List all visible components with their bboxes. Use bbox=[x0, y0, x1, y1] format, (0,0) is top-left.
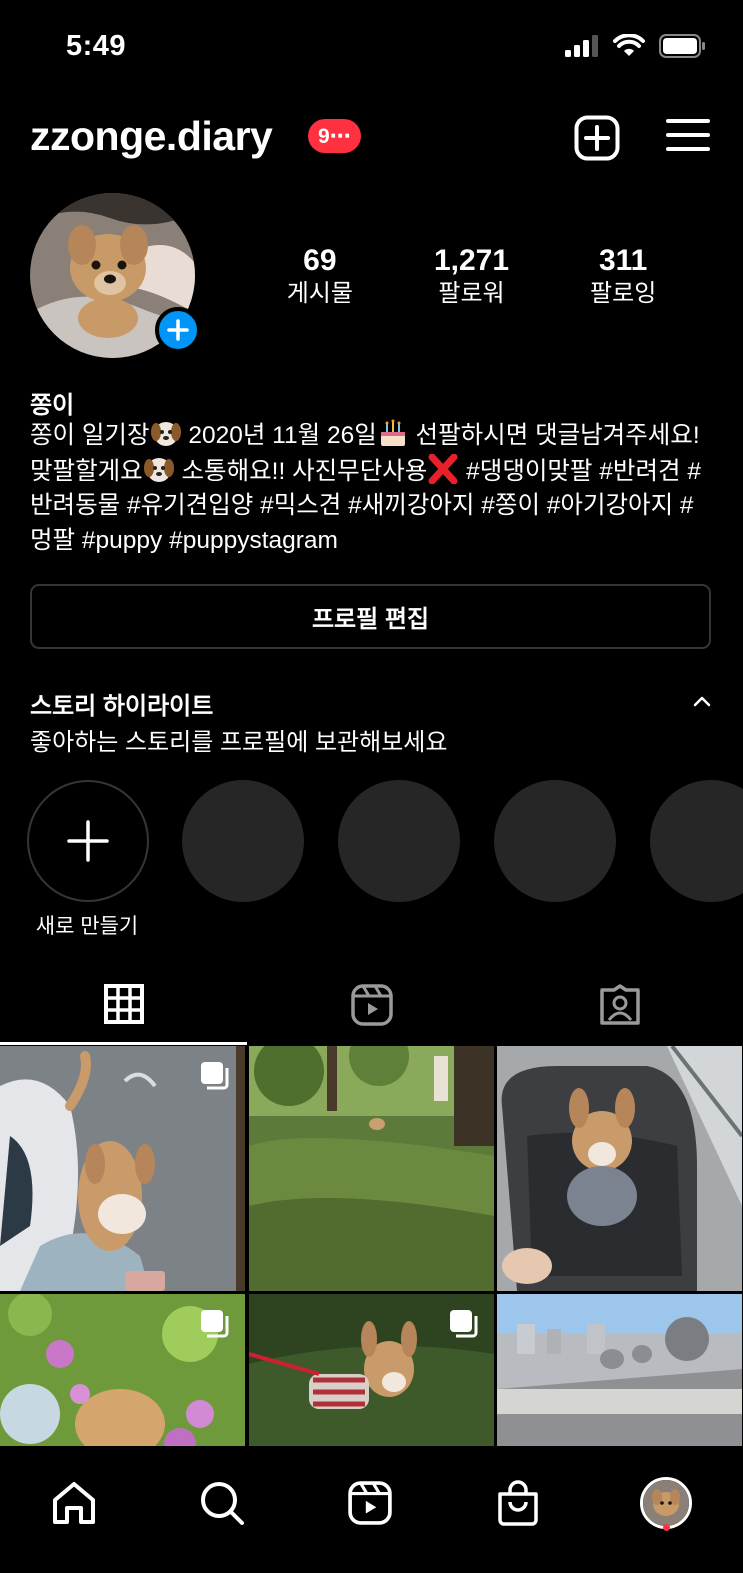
dog-face-emoji-icon bbox=[143, 457, 174, 482]
profile-header: zzonge.diary 9⋯ bbox=[0, 105, 743, 175]
bio-text: 2020년 11월 26일 bbox=[181, 422, 377, 449]
stat-value: 1,271 bbox=[433, 244, 510, 277]
edit-profile-button[interactable]: 프로필 편집 bbox=[30, 584, 711, 649]
bottom-nav bbox=[0, 1446, 743, 1573]
stat-value: 311 bbox=[598, 244, 648, 277]
stat-label: 팔로잉 bbox=[590, 280, 657, 307]
bio-text: 쫑이 일기장 bbox=[30, 422, 150, 449]
chevron-up-icon bbox=[693, 696, 711, 707]
multi-photo-icon bbox=[201, 1310, 229, 1338]
reels-icon bbox=[350, 984, 393, 1026]
status-icons bbox=[565, 34, 707, 58]
highlight-placeholder bbox=[182, 780, 304, 902]
shop-icon bbox=[498, 1480, 538, 1526]
nav-reels-button[interactable] bbox=[335, 1468, 405, 1538]
grid-icon bbox=[103, 983, 144, 1024]
stat-followers[interactable]: 1,271 팔로워 bbox=[396, 243, 548, 309]
nav-home-button[interactable] bbox=[39, 1468, 109, 1538]
highlight-placeholder bbox=[650, 780, 743, 902]
highlight-placeholder bbox=[338, 780, 460, 902]
stat-following[interactable]: 311 팔로잉 bbox=[547, 243, 699, 309]
tab-posts-grid[interactable] bbox=[0, 965, 247, 1045]
new-highlight-button[interactable] bbox=[27, 780, 149, 902]
post-thumbnail[interactable] bbox=[249, 1046, 494, 1291]
plus-icon bbox=[167, 319, 189, 341]
post-thumbnail[interactable] bbox=[497, 1046, 742, 1291]
display-name: 쫑이 bbox=[30, 392, 75, 419]
post-thumbnail[interactable] bbox=[0, 1046, 245, 1291]
stat-label: 게시물 bbox=[286, 280, 353, 307]
nav-shop-button[interactable] bbox=[483, 1468, 553, 1538]
tagged-icon bbox=[599, 984, 640, 1025]
wifi-icon bbox=[613, 34, 645, 56]
status-time: 5:49 bbox=[66, 30, 127, 62]
tab-tagged[interactable] bbox=[496, 965, 743, 1045]
battery-icon bbox=[659, 34, 705, 58]
highlight-placeholder bbox=[494, 780, 616, 902]
nav-search-button[interactable] bbox=[187, 1468, 257, 1538]
active-indicator-dot bbox=[663, 1524, 670, 1531]
tab-reels[interactable] bbox=[248, 965, 495, 1045]
collapse-highlights-button[interactable] bbox=[692, 694, 712, 713]
menu-button[interactable] bbox=[666, 115, 710, 160]
profile-stats: 69 게시물 1,271 팔로워 311 팔로잉 bbox=[244, 243, 699, 309]
status-bar: 5:49 bbox=[0, 0, 743, 95]
stat-value: 69 bbox=[303, 244, 337, 277]
multi-photo-icon bbox=[201, 1062, 229, 1090]
profile-bio: 쫑이 일기장 2020년 11월 26일 선팔하시면 댓글남겨주세요! 맞팔할게… bbox=[30, 418, 720, 558]
post-thumbnail[interactable] bbox=[249, 1294, 494, 1446]
search-icon bbox=[201, 1482, 244, 1525]
stat-label: 팔로워 bbox=[438, 280, 505, 307]
hamburger-menu-icon bbox=[666, 119, 710, 151]
reels-icon bbox=[348, 1481, 392, 1525]
post-thumbnail[interactable] bbox=[0, 1294, 245, 1446]
cross-mark-emoji-icon bbox=[428, 453, 458, 484]
add-story-button[interactable] bbox=[155, 307, 201, 353]
new-highlight-label: 새로 만들기 bbox=[35, 915, 139, 938]
birthday-cake-emoji-icon bbox=[380, 419, 405, 446]
username-title[interactable]: zzonge.diary bbox=[30, 113, 273, 160]
bio-text: 소통해요!! 사진무단사용 bbox=[174, 457, 428, 485]
highlights-title: 스토리 하이라이트 bbox=[30, 693, 214, 720]
signal-icon bbox=[565, 35, 598, 57]
multi-photo-icon bbox=[450, 1310, 478, 1338]
stat-posts[interactable]: 69 게시물 bbox=[244, 243, 396, 309]
new-post-button[interactable] bbox=[574, 115, 620, 166]
profile-avatar bbox=[640, 1477, 692, 1529]
plus-square-icon bbox=[574, 115, 620, 161]
posts-grid bbox=[0, 1046, 743, 1446]
dog-face-emoji-icon bbox=[150, 422, 181, 446]
profile-avatar[interactable] bbox=[30, 193, 201, 358]
home-icon bbox=[53, 1482, 95, 1524]
notification-badge[interactable]: 9⋯ bbox=[308, 119, 361, 153]
post-thumbnail[interactable] bbox=[497, 1294, 742, 1446]
highlights-subtitle: 좋아하는 스토리를 프로필에 보관해보세요 bbox=[30, 729, 448, 756]
highlights-row: 새로 만들기 bbox=[0, 780, 743, 940]
plus-icon bbox=[67, 820, 109, 862]
profile-tabs bbox=[0, 965, 743, 1045]
